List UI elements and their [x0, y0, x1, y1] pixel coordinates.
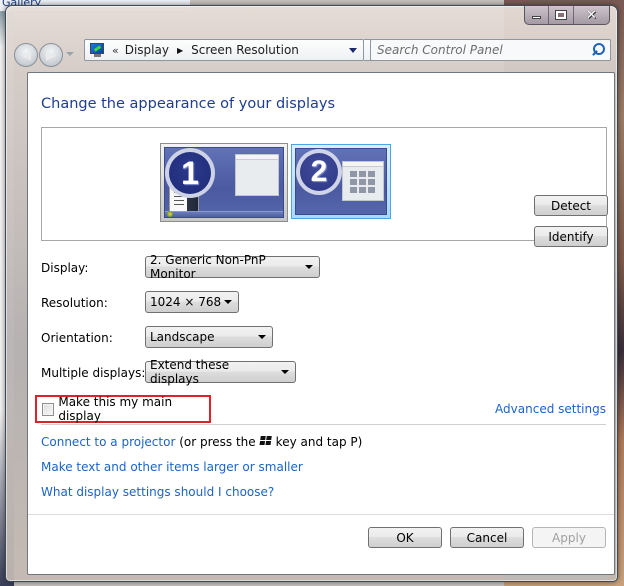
- connect-projector-link[interactable]: Connect to a projector: [41, 435, 175, 449]
- search-input[interactable]: [371, 43, 590, 57]
- maximize-icon: [555, 10, 568, 20]
- search-box: [370, 39, 611, 61]
- caption-buttons: ✕: [524, 6, 610, 25]
- monitor-number-1: 1: [165, 148, 215, 198]
- breadcrumb-separator-icon[interactable]: ▶: [177, 46, 183, 55]
- forward-arrow-icon: ▶: [46, 47, 56, 63]
- address-bar[interactable]: « Display ▶ Screen Resolution: [84, 39, 364, 61]
- monitor-2-screen: 2: [295, 148, 387, 215]
- back-button[interactable]: ◀: [14, 43, 38, 67]
- multiple-displays-select-value: Extend these displays: [150, 358, 230, 386]
- tiles-grid-icon: [350, 171, 375, 193]
- search-icon[interactable]: [590, 42, 606, 58]
- minimize-button[interactable]: [525, 6, 550, 24]
- chevron-down-icon: [258, 335, 266, 339]
- text-size-link[interactable]: Make text and other items larger or smal…: [41, 460, 303, 474]
- address-dropdown-icon[interactable]: [349, 47, 357, 53]
- screen-resolution-window: ✕ ◀ ▶ « Display ▶ Screen Resolution ⇆ Ch…: [5, 5, 618, 582]
- multiple-displays-label: Multiple displays:: [41, 366, 146, 380]
- breadcrumb-screen-resolution[interactable]: Screen Resolution: [191, 43, 299, 57]
- resolution-select-value: 1024 × 768: [150, 295, 222, 309]
- detect-button[interactable]: Detect: [534, 195, 608, 216]
- breadcrumb-display[interactable]: Display: [125, 43, 169, 57]
- display-label: Display:: [41, 261, 89, 275]
- orientation-label: Orientation:: [41, 331, 113, 345]
- windows-key-icon: [259, 436, 273, 447]
- main-display-label[interactable]: Make this my main display: [58, 395, 209, 423]
- display-settings-help-link[interactable]: What display settings should I choose?: [41, 485, 274, 499]
- chevron-down-icon: [281, 370, 289, 374]
- monitor-arrangement-panel: 1 2 Detect Identify: [41, 127, 608, 247]
- monitor-1-screen: 1: [164, 147, 284, 218]
- maximize-button[interactable]: [549, 6, 574, 24]
- monitor-1[interactable]: 1: [160, 143, 288, 222]
- identify-button[interactable]: Identify: [534, 226, 608, 247]
- help-row: What display settings should I choose?: [41, 485, 274, 499]
- mini-window-icon: [235, 154, 279, 196]
- recent-pages-dropdown[interactable]: [66, 52, 74, 56]
- page-title: Change the appearance of your displays: [41, 96, 336, 112]
- address-overflow-chevron[interactable]: «: [112, 44, 119, 57]
- main-display-checkbox[interactable]: [42, 402, 55, 416]
- monitor-2[interactable]: 2: [291, 144, 391, 219]
- chevron-down-icon: [305, 265, 313, 269]
- text-size-row: Make text and other items larger or smal…: [41, 460, 303, 474]
- navigation-bar: ◀ ▶ « Display ▶ Screen Resolution ⇆: [6, 37, 617, 67]
- orientation-select-value: Landscape: [150, 330, 215, 344]
- back-arrow-icon: ◀: [21, 47, 31, 63]
- apply-button[interactable]: Apply: [532, 527, 606, 548]
- footer-divider: [28, 514, 614, 515]
- divider: [41, 424, 606, 425]
- forward-button[interactable]: ▶: [39, 43, 63, 67]
- resolution-select[interactable]: 1024 × 768: [145, 291, 239, 313]
- content-pane: Change the appearance of your displays 1…: [27, 72, 615, 575]
- resolution-label: Resolution:: [41, 296, 108, 310]
- display-select-value: 2. Generic Non-PnP Monitor: [150, 253, 266, 281]
- multiple-displays-select[interactable]: Extend these displays: [145, 358, 296, 386]
- projector-hint-post: key and tap P): [275, 435, 363, 449]
- orientation-select[interactable]: Landscape: [145, 326, 273, 348]
- cancel-button[interactable]: Cancel: [450, 527, 524, 548]
- advanced-settings-link[interactable]: Advanced settings: [495, 402, 606, 416]
- monitor-number-2: 2: [296, 149, 342, 195]
- display-control-panel-icon: [90, 43, 106, 57]
- start-orb-icon: [167, 211, 173, 217]
- ok-button[interactable]: OK: [368, 527, 442, 548]
- close-icon: ✕: [585, 7, 597, 23]
- chevron-down-icon: [224, 300, 232, 304]
- display-select[interactable]: 2. Generic Non-PnP Monitor: [145, 253, 320, 281]
- projector-hint-pre: (or press the: [179, 435, 256, 449]
- minimize-icon: [532, 16, 542, 19]
- main-display-highlight: Make this my main display: [35, 395, 211, 423]
- close-button[interactable]: ✕: [574, 6, 609, 24]
- taskbar-thumbnail: [165, 211, 283, 217]
- projector-row: Connect to a projector (or press the key …: [41, 435, 362, 449]
